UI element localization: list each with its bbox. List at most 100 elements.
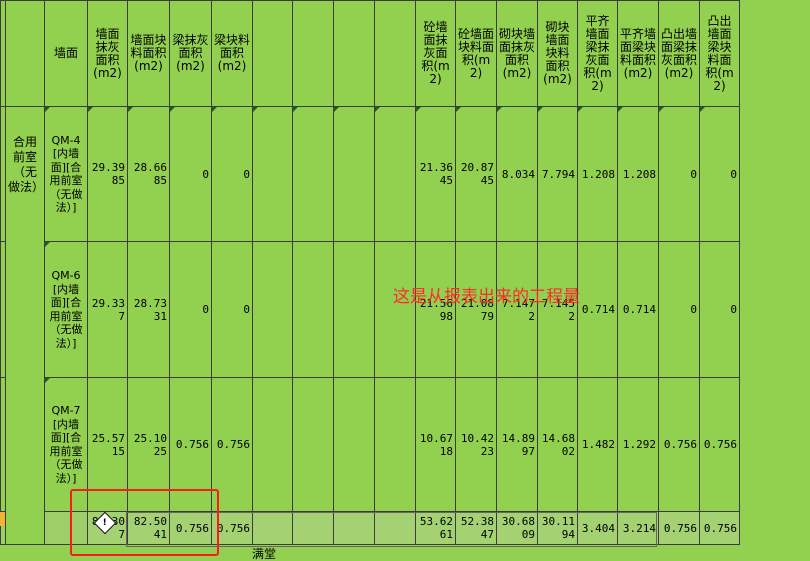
- value-cell[interactable]: [292, 377, 334, 512]
- comment-indicator: [375, 107, 380, 112]
- value-cell-text: 0.756: [703, 438, 737, 451]
- error-check-icon[interactable]: !: [88, 511, 122, 539]
- value-cell[interactable]: [374, 106, 416, 242]
- value-cell[interactable]: 0: [211, 241, 253, 378]
- comment-indicator: [538, 107, 543, 112]
- value-cell[interactable]: 7.794: [537, 106, 578, 242]
- subtotal-value-cell[interactable]: 30.1194: [537, 511, 578, 545]
- value-cell[interactable]: 14.8997: [496, 377, 538, 512]
- value-cell[interactable]: 29.337: [87, 241, 128, 378]
- subtotal-value-cell[interactable]: [374, 511, 416, 545]
- group-label-cell[interactable]: 合用前室（无做法）: [5, 106, 45, 545]
- value-cell[interactable]: 0: [699, 241, 740, 378]
- value-cell[interactable]: 0.756: [699, 377, 740, 512]
- subtotal-value-cell[interactable]: 30.6809: [496, 511, 538, 545]
- header-col-12-text: 平齐墙面梁抹灰面积(m2): [583, 13, 612, 93]
- value-cell-text: 21.3645: [419, 161, 453, 187]
- value-cell[interactable]: 0.714: [577, 241, 618, 378]
- value-cell[interactable]: 29.3985: [87, 106, 128, 242]
- header-col-2[interactable]: 梁抹灰面积(m2): [169, 0, 212, 107]
- header-col-15[interactable]: 凸出墙面梁块料面积(m2): [699, 0, 740, 107]
- value-cell[interactable]: 0: [699, 106, 740, 242]
- value-cell[interactable]: 10.6718: [415, 377, 456, 512]
- header-col-11-text: 砌块墙面块料面积(m2): [543, 20, 572, 86]
- header-col-3[interactable]: 梁块料面积(m2): [211, 0, 253, 107]
- value-cell[interactable]: 8.034: [496, 106, 538, 242]
- value-cell[interactable]: [333, 377, 375, 512]
- value-cell[interactable]: [374, 241, 416, 378]
- table-row: 合用前室（无做法） QM-4[内墙面][合用前室（无做法）] 29.3985 28.6…: [0, 106, 781, 545]
- subtotal-value-cell[interactable]: 52.3847: [455, 511, 497, 545]
- subtotal-value-cell-text: 30.6809: [501, 515, 535, 541]
- comment-indicator: [416, 107, 421, 112]
- header-wall-text: 墙面: [53, 46, 78, 60]
- value-cell[interactable]: 7.1472: [496, 241, 538, 378]
- value-cell[interactable]: [252, 241, 293, 378]
- header-col-14[interactable]: 凸出墙面梁抹灰面积(m2): [658, 0, 700, 107]
- header-col-4[interactable]: [252, 0, 293, 107]
- value-cell[interactable]: 28.7331: [127, 241, 170, 378]
- value-cell[interactable]: 7.1452: [537, 241, 578, 378]
- value-cell[interactable]: 21.5698: [415, 241, 456, 378]
- left-edge-cell: [0, 377, 6, 512]
- header-col-13[interactable]: 平齐墙面梁块料面积(m2): [617, 0, 659, 107]
- comment-indicator: [700, 107, 705, 112]
- value-cell[interactable]: 0: [211, 106, 253, 242]
- value-cell[interactable]: [252, 106, 293, 242]
- header-col-3-text: 梁块料面积(m2): [214, 33, 251, 73]
- header-col-1[interactable]: 墙面块料面积(m2): [127, 0, 170, 107]
- value-cell[interactable]: 0: [169, 106, 212, 242]
- comment-indicator: [578, 107, 583, 112]
- value-cell[interactable]: [292, 106, 334, 242]
- header-col-9-text: 砼墙面块料面积(m2): [458, 26, 495, 80]
- header-col-9[interactable]: 砼墙面块料面积(m2): [455, 0, 497, 107]
- value-cell[interactable]: 0: [658, 241, 700, 378]
- header-col-14-text: 凸出墙面梁抹灰面积(m2): [661, 26, 698, 80]
- value-cell[interactable]: 21.3645: [415, 106, 456, 242]
- value-cell-text: 0.756: [216, 438, 250, 451]
- header-col-0[interactable]: 墙面抹灰面积(m2): [87, 0, 128, 107]
- value-cell[interactable]: 10.4223: [455, 377, 497, 512]
- value-cell[interactable]: [292, 241, 334, 378]
- header-wall[interactable]: 墙面: [44, 0, 88, 107]
- value-cell[interactable]: 28.6685: [127, 106, 170, 242]
- subtotal-value-cell[interactable]: 53.6261: [415, 511, 456, 545]
- header-col-8[interactable]: 砼墙面抹灰面积(m2): [415, 0, 456, 107]
- value-cell[interactable]: 0.756: [658, 377, 700, 512]
- value-cell[interactable]: 0: [658, 106, 700, 242]
- value-cell-text: 10.6718: [419, 431, 453, 458]
- subtotal-value-cell[interactable]: [252, 511, 293, 545]
- header-col-7[interactable]: [374, 0, 416, 107]
- subtotal-value-cell[interactable]: [292, 511, 334, 545]
- value-cell[interactable]: [333, 106, 375, 242]
- subtotal-value-cell[interactable]: 0.756: [699, 511, 740, 545]
- value-cell[interactable]: [374, 377, 416, 512]
- header-col-10[interactable]: 砌块墙面抹灰面积(m2): [496, 0, 538, 107]
- wall-name-cell-text: QM-4[内墙面][合用前室（无做法）]: [49, 133, 83, 215]
- value-cell-text: 0: [690, 303, 697, 316]
- subtotal-value-cell[interactable]: 3.404: [577, 511, 618, 545]
- value-cell[interactable]: [333, 241, 375, 378]
- value-cell[interactable]: 0.714: [617, 241, 659, 378]
- subtotal-value-cell[interactable]: 0.756: [658, 511, 700, 545]
- value-cell[interactable]: [252, 377, 293, 512]
- value-cell[interactable]: 21.0879: [455, 241, 497, 378]
- value-cell[interactable]: 0: [169, 241, 212, 378]
- left-edge-cell: [0, 241, 6, 378]
- value-cell[interactable]: 20.8745: [455, 106, 497, 242]
- subtotal-value-cell[interactable]: [333, 511, 375, 545]
- header-col-11[interactable]: 砌块墙面块料面积(m2): [537, 0, 578, 107]
- header-col-6[interactable]: [333, 0, 375, 107]
- comment-indicator: [212, 107, 217, 112]
- value-cell[interactable]: 1.208: [617, 106, 659, 242]
- value-cell[interactable]: 1.292: [617, 377, 659, 512]
- header-col-5[interactable]: [292, 0, 334, 107]
- subtotal-value-cell-text: 3.214: [622, 521, 656, 535]
- header-col-12[interactable]: 平齐墙面梁抹灰面积(m2): [577, 0, 618, 107]
- wall-name-cell[interactable]: QM-4[内墙面][合用前室（无做法）]: [44, 106, 88, 242]
- value-cell[interactable]: 14.6802: [537, 377, 578, 512]
- subtotal-value-cell[interactable]: 3.214: [617, 511, 659, 545]
- wall-name-cell[interactable]: QM-6[内墙面][合用前室（无做法）]: [44, 241, 88, 378]
- value-cell[interactable]: 1.482: [577, 377, 618, 512]
- value-cell[interactable]: 1.208: [577, 106, 618, 242]
